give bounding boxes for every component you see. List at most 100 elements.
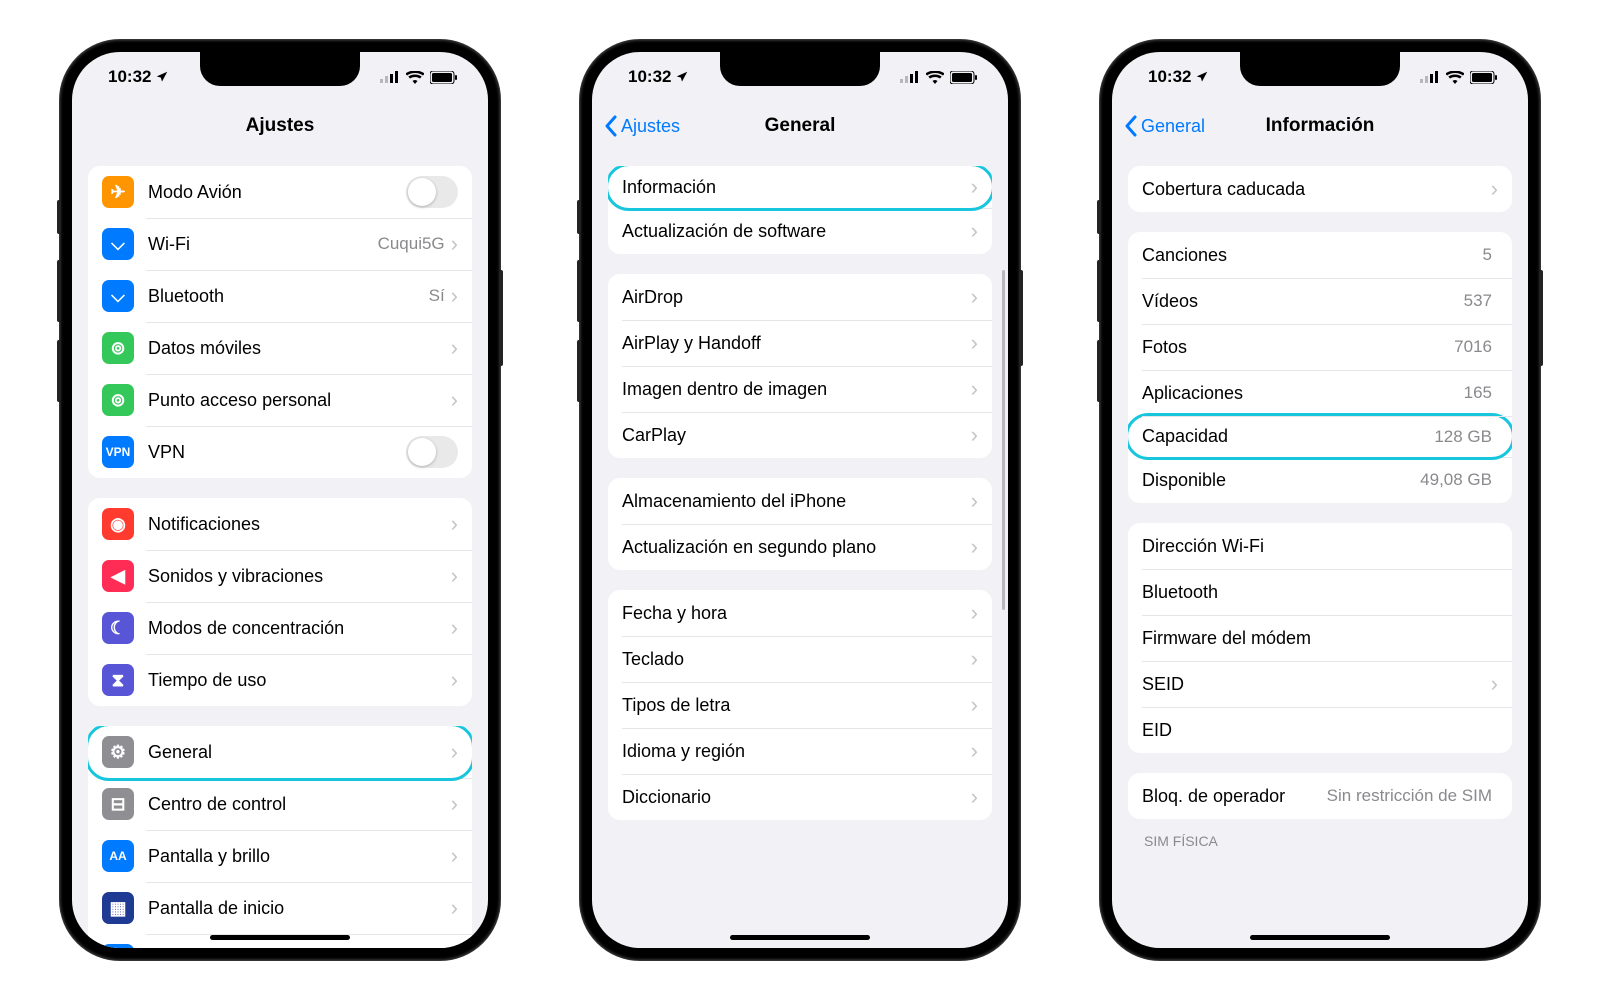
row-datos-m-viles[interactable]: ⊚Datos móviles› xyxy=(88,322,472,374)
row-carplay[interactable]: CarPlay› xyxy=(608,412,992,458)
row-vpn[interactable]: VPNVPN xyxy=(88,426,472,478)
row-label: Actualización de software xyxy=(622,221,971,242)
row-label: Bluetooth xyxy=(1142,582,1498,603)
row-eid: EID xyxy=(1128,707,1512,753)
row-idioma-y-regi-n[interactable]: Idioma y región› xyxy=(608,728,992,774)
back-button[interactable]: General xyxy=(1124,115,1205,137)
chevron-right-icon: › xyxy=(451,845,458,867)
row-cobertura-caducada[interactable]: Cobertura caducada› xyxy=(1128,166,1512,212)
location-icon xyxy=(675,70,689,84)
row-informaci-n[interactable]: Información› xyxy=(608,166,992,211)
row-fotos: Fotos7016 xyxy=(1128,324,1512,370)
chevron-right-icon: › xyxy=(451,617,458,639)
row-label: Firmware del módem xyxy=(1142,628,1498,649)
row-label: EID xyxy=(1142,720,1498,741)
toggle-switch[interactable] xyxy=(406,176,458,208)
row-centro-de-control[interactable]: ⊟Centro de control› xyxy=(88,778,472,830)
row-label: Notificaciones xyxy=(148,514,451,535)
row-label: Fotos xyxy=(1142,337,1454,358)
row-diccionario[interactable]: Diccionario› xyxy=(608,774,992,820)
row-disponible: Disponible49,08 GB xyxy=(1128,457,1512,503)
row-direcci-n-wi-fi: Dirección Wi-Fi xyxy=(1128,523,1512,569)
battery-icon xyxy=(950,71,978,84)
phone-frame-general: 10:32 Ajustes General Información›Actual… xyxy=(580,40,1020,960)
scroll-indicator[interactable] xyxy=(1002,270,1005,610)
row-fecha-y-hora[interactable]: Fecha y hora› xyxy=(608,590,992,636)
back-label: General xyxy=(1141,116,1205,137)
chevron-left-icon xyxy=(604,115,617,137)
info-content: Cobertura caducada›Canciones5Vídeos537Fo… xyxy=(1112,150,1528,948)
phone-frame-info: 10:32 General Información Cobertura cadu… xyxy=(1100,40,1540,960)
row-airdrop[interactable]: AirDrop› xyxy=(608,274,992,320)
chevron-right-icon: › xyxy=(971,648,978,670)
row-actualizaci-n-en-segundo-plano[interactable]: Actualización en segundo plano› xyxy=(608,524,992,570)
row-value: Sin restricción de SIM xyxy=(1327,786,1492,806)
location-icon xyxy=(155,70,169,84)
row-modos-de-concentraci-n[interactable]: ☾Modos de concentración› xyxy=(88,602,472,654)
person-icon: ⊙ xyxy=(102,944,134,948)
home-indicator[interactable] xyxy=(730,935,870,940)
row-value: 7016 xyxy=(1454,337,1492,357)
row-seid[interactable]: SEID› xyxy=(1128,661,1512,707)
toggle-switch[interactable] xyxy=(406,436,458,468)
gear-icon: ⚙ xyxy=(102,736,134,768)
row-teclado[interactable]: Teclado› xyxy=(608,636,992,682)
chevron-right-icon: › xyxy=(971,286,978,308)
battery-icon xyxy=(430,71,458,84)
location-icon xyxy=(1195,70,1209,84)
nav-bar: Ajustes General xyxy=(592,102,1008,150)
row-general[interactable]: ⚙General› xyxy=(88,726,472,781)
row-label: Tiempo de uso xyxy=(148,670,451,691)
cellular-icon xyxy=(380,71,400,83)
row-notificaciones[interactable]: ◉Notificaciones› xyxy=(88,498,472,550)
back-button[interactable]: Ajustes xyxy=(604,115,680,137)
grid-icon: ▦ xyxy=(102,892,134,924)
row-bluetooth[interactable]: ⌵BluetoothSí› xyxy=(88,270,472,322)
settings-group: Bloq. de operadorSin restricción de SIM xyxy=(1128,773,1512,819)
row-pantalla-y-brillo[interactable]: AA Pantalla y brillo› xyxy=(88,830,472,882)
row-pantalla-de-inicio[interactable]: ▦Pantalla de inicio› xyxy=(88,882,472,934)
chevron-right-icon: › xyxy=(971,378,978,400)
nav-bar: General Información xyxy=(1112,102,1528,150)
phone-frame-settings: 10:32 Ajustes ✈Modo Avión⌵Wi-FiCuqui5G›⌵… xyxy=(60,40,500,960)
settings-content: ✈Modo Avión⌵Wi-FiCuqui5G›⌵BluetoothSí›⊚D… xyxy=(72,150,488,948)
row-bluetooth: Bluetooth xyxy=(1128,569,1512,615)
row-tipos-de-letra[interactable]: Tipos de letra› xyxy=(608,682,992,728)
chevron-right-icon: › xyxy=(971,536,978,558)
row-label: Bloq. de operador xyxy=(1142,786,1327,807)
chevron-right-icon: › xyxy=(971,176,978,198)
row-tiempo-de-uso[interactable]: ⧗Tiempo de uso› xyxy=(88,654,472,706)
notch xyxy=(1240,52,1400,86)
chevron-right-icon: › xyxy=(1491,673,1498,695)
chevron-right-icon: › xyxy=(971,490,978,512)
row-airplay-y-handoff[interactable]: AirPlay y Handoff› xyxy=(608,320,992,366)
settings-group: ◉Notificaciones›◀Sonidos y vibraciones›☾… xyxy=(88,498,472,706)
row-almacenamiento-del-iphone[interactable]: Almacenamiento del iPhone› xyxy=(608,478,992,524)
row-v-deos: Vídeos537 xyxy=(1128,278,1512,324)
row-label: Datos móviles xyxy=(148,338,451,359)
row-punto-acceso-personal[interactable]: ⊚Punto acceso personal› xyxy=(88,374,472,426)
home-indicator[interactable] xyxy=(1250,935,1390,940)
chevron-right-icon: › xyxy=(451,793,458,815)
chevron-right-icon: › xyxy=(971,786,978,808)
row-label: Pantalla de inicio xyxy=(148,898,451,919)
row-label: Wi-Fi xyxy=(148,234,378,255)
row-sonidos-y-vibraciones[interactable]: ◀Sonidos y vibraciones› xyxy=(88,550,472,602)
row-modo-avi-n[interactable]: ✈Modo Avión xyxy=(88,166,472,218)
row-label: Pantalla y brillo xyxy=(148,846,451,867)
row-label: Vídeos xyxy=(1142,291,1464,312)
row-firmware-del-m-dem: Firmware del módem xyxy=(1128,615,1512,661)
row-label: AirPlay y Handoff xyxy=(622,333,971,354)
row-value: 5 xyxy=(1483,245,1492,265)
row-label: Disponible xyxy=(1142,470,1420,491)
chevron-right-icon: › xyxy=(451,669,458,691)
aa-icon: AA xyxy=(102,840,134,872)
row-wi-fi[interactable]: ⌵Wi-FiCuqui5G› xyxy=(88,218,472,270)
row-value: Cuqui5G xyxy=(378,234,445,254)
row-label: SEID xyxy=(1142,674,1491,695)
row-imagen-dentro-de-imagen[interactable]: Imagen dentro de imagen› xyxy=(608,366,992,412)
back-label: Ajustes xyxy=(621,116,680,137)
chevron-right-icon: › xyxy=(971,424,978,446)
row-actualizaci-n-de-software[interactable]: Actualización de software› xyxy=(608,208,992,254)
home-indicator[interactable] xyxy=(210,935,350,940)
